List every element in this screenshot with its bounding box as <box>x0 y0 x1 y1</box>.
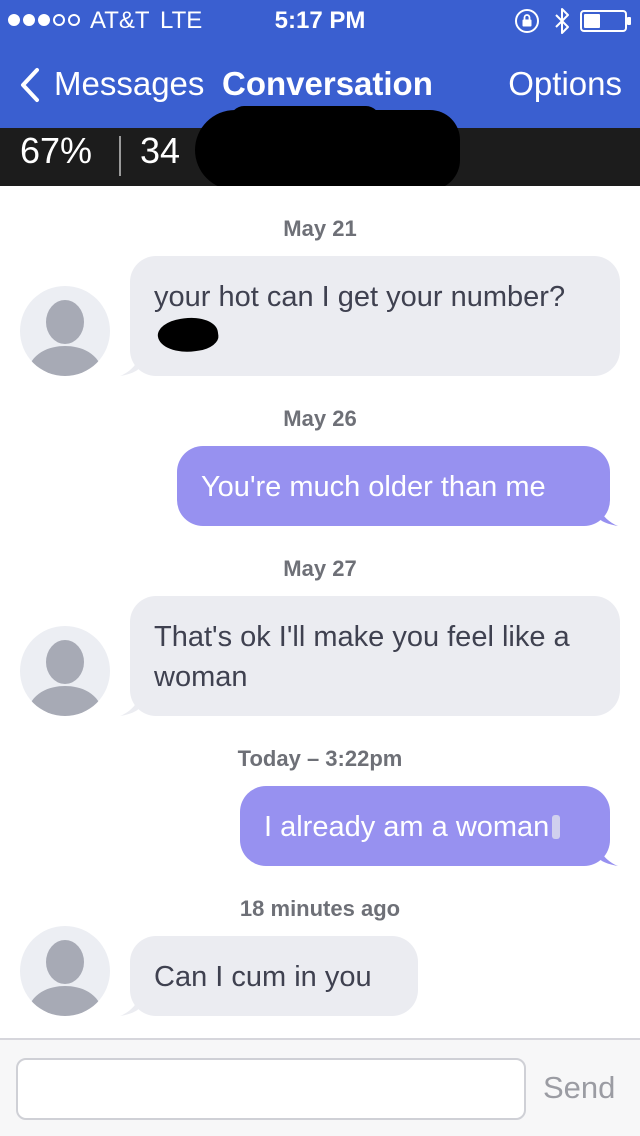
back-chevron-icon[interactable] <box>18 67 42 103</box>
redaction-mark <box>195 110 460 190</box>
message-text: You're much older than me <box>201 471 546 503</box>
message-bubble-incoming[interactable]: your hot can I get your number? <box>130 256 620 376</box>
lock-rotation-icon <box>515 9 539 33</box>
message-text: your hot can I get your number? <box>154 281 566 313</box>
message-bubble-outgoing[interactable]: You're much older than me <box>177 446 610 526</box>
message-input[interactable] <box>16 1058 526 1120</box>
options-button[interactable]: Options <box>508 65 622 103</box>
message-composer: Send <box>0 1038 640 1136</box>
back-button[interactable]: Messages <box>54 65 204 103</box>
bubble-tail <box>598 504 618 526</box>
avatar-placeholder-icon <box>26 300 104 376</box>
avatar-placeholder-icon <box>26 940 104 1016</box>
message-bubble-incoming[interactable]: Can I cum in you <box>130 936 418 1016</box>
status-bar: AT&T LTE 5:17 PM <box>0 0 640 40</box>
redaction-mark <box>155 313 221 357</box>
bubble-tail <box>598 844 618 866</box>
message-text: I already am a woman <box>264 811 550 843</box>
message-text: That's ok I'll make you feel like a woma… <box>154 621 570 693</box>
avatar[interactable] <box>20 286 110 376</box>
conversation-thread[interactable]: May 21 your hot can I get your number? M… <box>0 186 640 1038</box>
match-percentage: 67% <box>20 130 93 171</box>
bluetooth-icon <box>555 8 569 34</box>
status-time: 5:17 PM <box>274 7 366 34</box>
date-separator: May 26 <box>283 406 357 431</box>
contact-age: 34 <box>140 130 181 171</box>
avatar-placeholder-icon <box>26 640 104 716</box>
stats-divider <box>119 136 121 176</box>
battery-icon <box>580 10 631 32</box>
date-separator: 18 minutes ago <box>239 896 401 921</box>
page-title: Conversation <box>222 65 433 102</box>
avatar[interactable] <box>20 926 110 1016</box>
date-separator: May 21 <box>283 216 357 241</box>
avatar[interactable] <box>20 626 110 716</box>
text-cursor <box>552 815 561 839</box>
message-bubble-incoming[interactable]: That's ok I'll make you feel like a woma… <box>130 596 620 716</box>
message-text: Can I cum in you <box>154 961 372 993</box>
message-bubble-outgoing[interactable]: I already am a woman <box>240 786 610 866</box>
date-separator: May 27 <box>283 556 357 581</box>
send-button[interactable]: Send <box>543 1070 615 1106</box>
date-separator: Today – 3:22pm <box>237 746 403 771</box>
